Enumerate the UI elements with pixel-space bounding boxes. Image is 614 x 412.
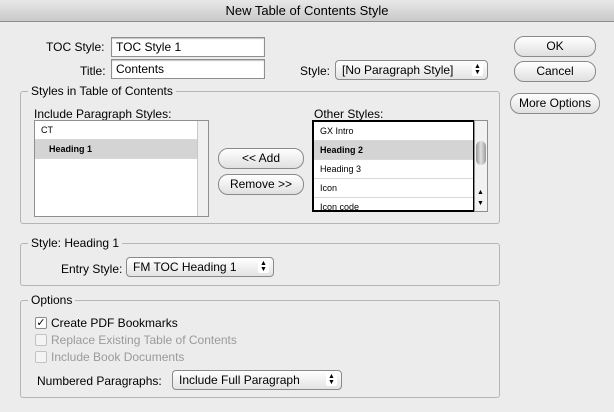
title-input[interactable]: Contents [111, 59, 265, 79]
toc-style-label: TOC Style: [46, 40, 105, 54]
window-title: New Table of Contents Style [0, 0, 614, 22]
style-label: Style: [300, 64, 331, 78]
chevron-updown-icon: ▲ ▼ [326, 373, 337, 386]
list-item[interactable]: Icon code [314, 198, 473, 210]
numbered-paragraphs-label: Numbered Paragraphs: [37, 374, 162, 388]
style-popup-value: [No Paragraph Style] [342, 63, 454, 77]
toc-style-input[interactable]: TOC Style 1 [111, 37, 265, 57]
include-book-checkbox[interactable] [35, 351, 47, 363]
include-book-label: Include Book Documents [51, 350, 185, 364]
add-button[interactable]: << Add [218, 148, 304, 169]
remove-button[interactable]: Remove >> [218, 174, 304, 195]
list-item[interactable]: GX Intro [314, 122, 473, 141]
chevron-updown-icon: ▲ ▼ [258, 260, 269, 273]
include-styles-label: Include Paragraph Styles: [34, 107, 172, 121]
other-list-scrollbar[interactable]: ▲ ▼ [474, 120, 488, 212]
styles-in-toc-title: Styles in Table of Contents [28, 84, 176, 98]
entry-style-popup[interactable]: FM TOC Heading 1 ▲ ▼ [126, 257, 274, 277]
list-item[interactable]: CT [35, 121, 208, 140]
numbered-paragraphs-popup[interactable]: Include Full Paragraph ▲ ▼ [172, 370, 342, 390]
list-item[interactable]: Icon [314, 179, 473, 198]
ok-button[interactable]: OK [514, 36, 596, 57]
entry-style-value: FM TOC Heading 1 [133, 260, 237, 274]
list-item[interactable]: Heading 3 [314, 160, 473, 179]
list-item[interactable]: Heading 1 [35, 140, 208, 159]
style-popup[interactable]: [No Paragraph Style] ▲ ▼ [335, 60, 488, 80]
create-pdf-label: Create PDF Bookmarks [51, 316, 178, 330]
include-list-scrollbar[interactable] [197, 121, 208, 216]
options-title: Options [28, 293, 76, 307]
list-item[interactable]: Heading 2 [314, 141, 473, 160]
more-options-button[interactable]: More Options [510, 93, 600, 114]
scroll-down-icon[interactable]: ▼ [477, 200, 484, 207]
chevron-updown-icon: ▲ ▼ [472, 63, 483, 76]
entry-style-label: Entry Style: [61, 262, 123, 276]
create-pdf-checkbox[interactable]: ✓ [35, 317, 47, 329]
style-heading-title: Style: Heading 1 [28, 236, 123, 250]
other-styles-label: Other Styles: [314, 107, 384, 121]
other-styles-list[interactable]: GX Intro Heading 2 Heading 3 Icon Icon c… [312, 120, 475, 212]
scroll-thumb[interactable] [476, 141, 486, 165]
replace-existing-checkbox[interactable] [35, 334, 47, 346]
scroll-up-icon[interactable]: ▲ [477, 189, 484, 196]
cancel-button[interactable]: Cancel [514, 61, 596, 82]
include-styles-list[interactable]: CT Heading 1 [34, 120, 209, 217]
title-label: Title: [80, 64, 106, 78]
replace-existing-label: Replace Existing Table of Contents [51, 333, 237, 347]
numbered-paragraphs-value: Include Full Paragraph [179, 373, 300, 387]
